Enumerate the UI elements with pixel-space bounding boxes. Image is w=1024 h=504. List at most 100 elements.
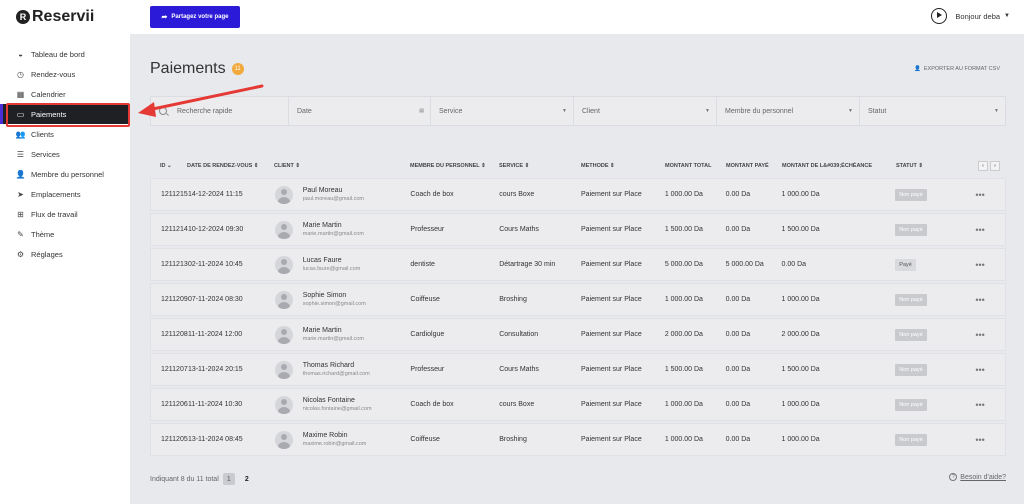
- logo-mark: R: [16, 10, 30, 24]
- status-badge: Non payé: [895, 363, 927, 376]
- cell-method: Paiement sur Place: [581, 436, 642, 443]
- client-name: Marie Martin: [302, 222, 342, 229]
- service-filter[interactable]: Service ▼: [431, 97, 574, 125]
- table-row[interactable]: 1211208 11-11-2024 12:00 Marie Martin marie…: [150, 318, 1006, 351]
- col-header-service[interactable]: SERVICE ⇕: [499, 163, 581, 169]
- cell-due: 2 000.00 Da: [781, 331, 820, 338]
- brush-icon: ✎: [17, 229, 24, 239]
- sidebar-item-label: Thème: [31, 229, 55, 239]
- col-header-method[interactable]: METHODE ⇕: [581, 163, 665, 169]
- sidebar-item-membre-du-personnel[interactable]: 👤 Membre du personnel: [0, 164, 130, 184]
- sidebar-item-rendez-vous[interactable]: ◷ Rendez-vous: [0, 64, 130, 84]
- col-header-id[interactable]: ID ⌄: [150, 163, 187, 169]
- table-row[interactable]: 1211206 11-11-2024 10:30 Nicolas Fontaine n…: [150, 388, 1006, 421]
- scroll-right-icon[interactable]: ›: [990, 161, 1000, 171]
- col-header-client[interactable]: CLIENT ⇕: [274, 163, 410, 169]
- page-1-button[interactable]: 1: [222, 473, 235, 485]
- cell-id: 1211209: [161, 296, 188, 303]
- scroll-left-icon[interactable]: ‹: [978, 161, 988, 171]
- col-header-status[interactable]: STATUT ⇕: [896, 163, 956, 169]
- table-row[interactable]: 1211213 02-11-2024 10:45 Lucas Faure lucas.…: [150, 248, 1006, 281]
- row-actions[interactable]: •••: [955, 190, 1005, 200]
- row-actions[interactable]: •••: [955, 400, 1005, 410]
- cell-service: Consultation: [499, 331, 539, 338]
- page-title: Paiements 11: [150, 60, 244, 78]
- sidebar-item-clients[interactable]: 👥 Clients: [0, 124, 130, 144]
- sidebar-item-flux-de-travail[interactable]: ⊞ Flux de travail: [0, 204, 130, 224]
- table-row[interactable]: 1211205 13-11-2024 08:45 Maxime Robin maxim…: [150, 423, 1006, 456]
- cell-client[interactable]: Nicolas Fontaine nicolas.fontaine@gmail.c…: [274, 395, 411, 414]
- sidebar-item-tableau-de-bord[interactable]: ◒ Tableau de bord: [0, 44, 130, 64]
- cell-client[interactable]: Lucas Faure lucas.faure@gmail.com: [274, 255, 411, 274]
- more-options-icon: •••: [975, 399, 985, 410]
- sidebar-item-label: Flux de travail: [31, 209, 78, 219]
- cell-method: Paiement sur Place: [581, 191, 642, 198]
- cell-service: cours Boxe: [499, 191, 535, 198]
- cell-client[interactable]: Thomas Richard thomas.richard@gmail.com: [274, 360, 411, 379]
- sidebar-item-r-glages[interactable]: ⚙ Réglages: [0, 244, 130, 264]
- sidebar-item-calendrier[interactable]: ▦ Calendrier: [0, 84, 130, 104]
- cell-due: 0.00 Da: [781, 261, 807, 268]
- sidebar-item-th-me[interactable]: ✎ Thème: [0, 224, 130, 244]
- col-header-date[interactable]: DATE DE RENDEZ-VOUS ⇕: [187, 163, 274, 169]
- status-filter-label: Statut: [868, 107, 887, 115]
- table-row[interactable]: 1211209 07-11-2024 08:30 Sophie Simon sophi…: [150, 283, 1006, 316]
- row-actions[interactable]: •••: [955, 295, 1005, 305]
- page-2-button[interactable]: 2: [241, 473, 253, 485]
- client-filter-label: Client: [582, 107, 600, 115]
- client-name: Maxime Robin: [302, 432, 348, 439]
- status-badge: Non payé: [895, 223, 927, 236]
- cell-total: 1 500.00 Da: [664, 366, 703, 373]
- calendar-icon: ▤: [419, 108, 424, 114]
- row-actions[interactable]: •••: [955, 435, 1005, 445]
- help-link[interactable]: ? Besoin d'aide?: [949, 473, 1006, 481]
- chevron-down-icon: ▼: [705, 108, 710, 114]
- user-menu[interactable]: Bonjour deba ▼: [931, 8, 1010, 24]
- client-name: Thomas Richard: [302, 362, 355, 369]
- table-row[interactable]: 1211207 13-11-2024 20:15 Thomas Richard tho…: [150, 353, 1006, 386]
- row-actions[interactable]: •••: [955, 225, 1005, 235]
- sidebar-item-emplacements[interactable]: ➤ Emplacements: [0, 184, 130, 204]
- calendar-icon: ▦: [16, 89, 25, 99]
- cell-method: Paiement sur Place: [581, 261, 642, 268]
- client-name: Sophie Simon: [302, 292, 347, 299]
- col-header-due: MONTANT DE L&#039;ÉCHÉANCE: [782, 163, 873, 169]
- cell-member: Coach de box: [410, 401, 454, 408]
- cell-paid: 0.00 Da: [725, 331, 751, 338]
- page-title-text: Paiements: [150, 60, 226, 77]
- row-actions[interactable]: •••: [955, 260, 1005, 270]
- table-row[interactable]: 1211215 14-12-2024 11:15 Paul Moreau paul.m…: [150, 178, 1006, 211]
- client-email: sophie.simon@gmail.com: [302, 301, 366, 307]
- status-badge: Non payé: [895, 188, 927, 201]
- col-header-member[interactable]: MEMBRE DU PERSONNEL ⇕: [410, 163, 499, 169]
- more-options-icon: •••: [975, 294, 985, 305]
- gear-icon: ⚙: [16, 249, 25, 259]
- cell-client[interactable]: Sophie Simon sophie.simon@gmail.com: [274, 290, 411, 309]
- sidebar-item-services[interactable]: ☰ Services: [0, 144, 130, 164]
- share-page-button[interactable]: ➦ Partagez votre page: [150, 6, 240, 28]
- search-input[interactable]: Recherche rapide: [151, 97, 289, 125]
- table-row[interactable]: 1211214 10-12-2024 09:30 Marie Martin marie…: [150, 213, 1006, 246]
- client-filter[interactable]: Client ▼: [574, 97, 717, 125]
- cell-client[interactable]: Maxime Robin maxime.robin@gmail.com: [274, 430, 411, 449]
- status-filter[interactable]: Statut ▼: [860, 97, 1005, 125]
- member-filter[interactable]: Membre du personnel ▼: [717, 97, 860, 125]
- client-name: Marie Martin: [302, 327, 342, 334]
- cell-paid: 0.00 Da: [725, 366, 751, 373]
- row-actions[interactable]: •••: [955, 365, 1005, 375]
- sidebar-nav: ◒ Tableau de bord ◷ Rendez-vous ▦ Calendrier ▭…: [0, 44, 130, 264]
- logo[interactable]: R Reservii: [0, 0, 130, 34]
- status-badge: Non payé: [895, 398, 927, 411]
- cell-service: Cours Maths: [499, 366, 539, 373]
- row-actions[interactable]: •••: [955, 330, 1005, 340]
- sidebar-item-label: Membre du personnel: [31, 169, 104, 179]
- cell-client[interactable]: Marie Martin marie.martin@gmail.com: [274, 325, 411, 344]
- date-filter[interactable]: Date ▤: [289, 97, 431, 125]
- cell-client[interactable]: Paul Moreau paul.moreau@gmail.com: [274, 185, 411, 204]
- col-header-total: MONTANT TOTAL: [665, 163, 712, 169]
- more-options-icon: •••: [975, 189, 985, 200]
- export-csv-button[interactable]: 👤 EXPORTER AU FORMAT CSV: [910, 62, 1004, 76]
- more-options-icon: •••: [975, 364, 985, 375]
- cell-client[interactable]: Marie Martin marie.martin@gmail.com: [274, 220, 411, 239]
- cell-status: Non payé: [895, 188, 955, 201]
